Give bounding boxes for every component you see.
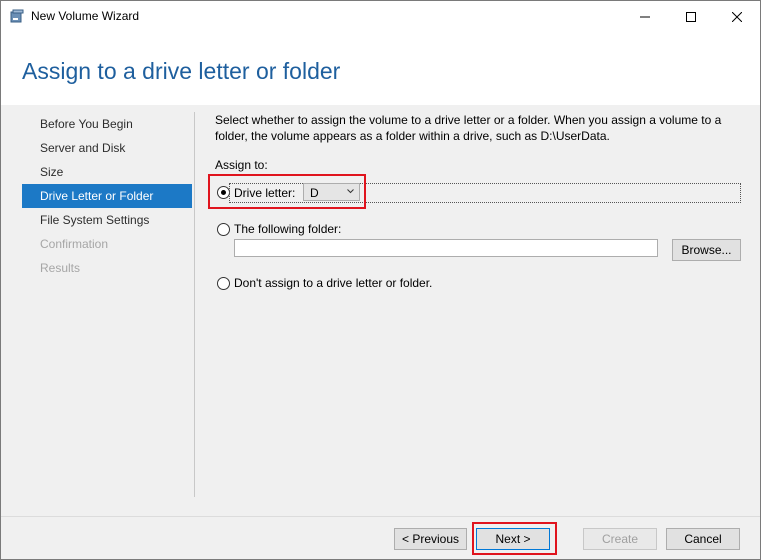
nav-item-results: Results: [40, 261, 81, 275]
wizard-footer: < Previous Next > Create Cancel: [1, 517, 760, 559]
nav-item-server-and-disk[interactable]: Server and Disk: [22, 136, 192, 160]
folder-label: The following folder:: [234, 222, 342, 236]
folder-path-input[interactable]: [234, 239, 658, 257]
browse-button[interactable]: Browse...: [672, 239, 741, 261]
nav-item-drive-letter-or-folder[interactable]: Drive Letter or Folder: [22, 184, 192, 208]
nav-item-file-system-settings[interactable]: File System Settings: [22, 208, 192, 232]
new-volume-wizard-window: New Volume Wizard Assign to a drive lett…: [0, 0, 761, 560]
folder-option[interactable]: The following folder:: [215, 220, 745, 240]
drive-letter-highlight-box: [208, 174, 366, 209]
maximize-button[interactable]: [668, 1, 714, 32]
no-assign-label: Don't assign to a drive letter or folder…: [234, 276, 433, 290]
wizard-content: Select whether to assign the volume to a…: [215, 112, 745, 290]
wizard-steps-nav: Before You Begin Server and Disk Size Dr…: [22, 112, 192, 280]
create-button: Create: [583, 528, 657, 550]
next-button-highlight-box: [472, 522, 557, 555]
assign-to-label: Assign to:: [215, 158, 268, 172]
nav-item-confirmation: Confirmation: [40, 237, 109, 251]
window-title: New Volume Wizard: [31, 9, 140, 23]
previous-button[interactable]: < Previous: [394, 528, 467, 550]
close-icon: [732, 11, 742, 22]
page-title: Assign to a drive letter or folder: [22, 58, 341, 84]
nav-divider: [194, 112, 195, 497]
minimize-icon: [640, 16, 650, 17]
wizard-header: Assign to a drive letter or folder: [1, 32, 760, 105]
nav-item-size[interactable]: Size: [22, 160, 192, 184]
wizard-body: Before You Begin Server and Disk Size Dr…: [1, 105, 760, 516]
close-button[interactable]: [714, 1, 760, 32]
volume-wizard-app-icon: [10, 9, 24, 23]
no-assign-radio[interactable]: [217, 277, 230, 290]
maximize-icon: [686, 11, 696, 22]
no-assign-option[interactable]: Don't assign to a drive letter or folder…: [215, 274, 745, 294]
folder-radio[interactable]: [217, 223, 230, 236]
nav-item-before-you-begin[interactable]: Before You Begin: [22, 112, 192, 136]
title-bar: New Volume Wizard: [1, 1, 760, 32]
minimize-button[interactable]: [622, 1, 668, 32]
description-text: Select whether to assign the volume to a…: [215, 113, 722, 143]
cancel-button[interactable]: Cancel: [666, 528, 740, 550]
